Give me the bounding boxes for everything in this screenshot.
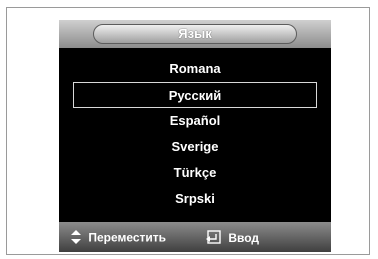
language-item-label: Sverige — [171, 139, 219, 154]
language-item-label: Русский — [168, 88, 222, 103]
language-item-label: Romana — [169, 61, 221, 76]
move-hint: Переместить — [71, 230, 166, 247]
menu-title-bar: Язык — [59, 20, 331, 48]
language-item-sverige[interactable]: Sverige — [59, 134, 331, 160]
language-list: Romana Русский Español Sverige Türkçe Sr… — [59, 56, 331, 212]
language-item-srpski[interactable]: Srpski — [59, 186, 331, 212]
enter-label: Ввод — [228, 231, 260, 246]
language-item-label: Español — [169, 113, 221, 128]
language-item-label: Srpski — [175, 191, 215, 206]
up-down-arrows-icon — [71, 230, 81, 247]
enter-icon — [205, 230, 221, 248]
language-item-turkce[interactable]: Türkçe — [59, 160, 331, 186]
language-item-label: Türkçe — [173, 165, 217, 180]
language-item-russian[interactable]: Русский — [73, 82, 317, 108]
move-label: Переместить — [88, 230, 167, 245]
menu-title: Язык — [93, 24, 297, 44]
language-menu: Язык Romana Русский Español Sverige Türk… — [59, 20, 331, 252]
enter-hint: Ввод — [205, 230, 259, 248]
language-item-espanol[interactable]: Español — [59, 108, 331, 134]
menu-footer: Переместить Ввод — [59, 222, 331, 252]
language-item-romana[interactable]: Romana — [59, 56, 331, 82]
